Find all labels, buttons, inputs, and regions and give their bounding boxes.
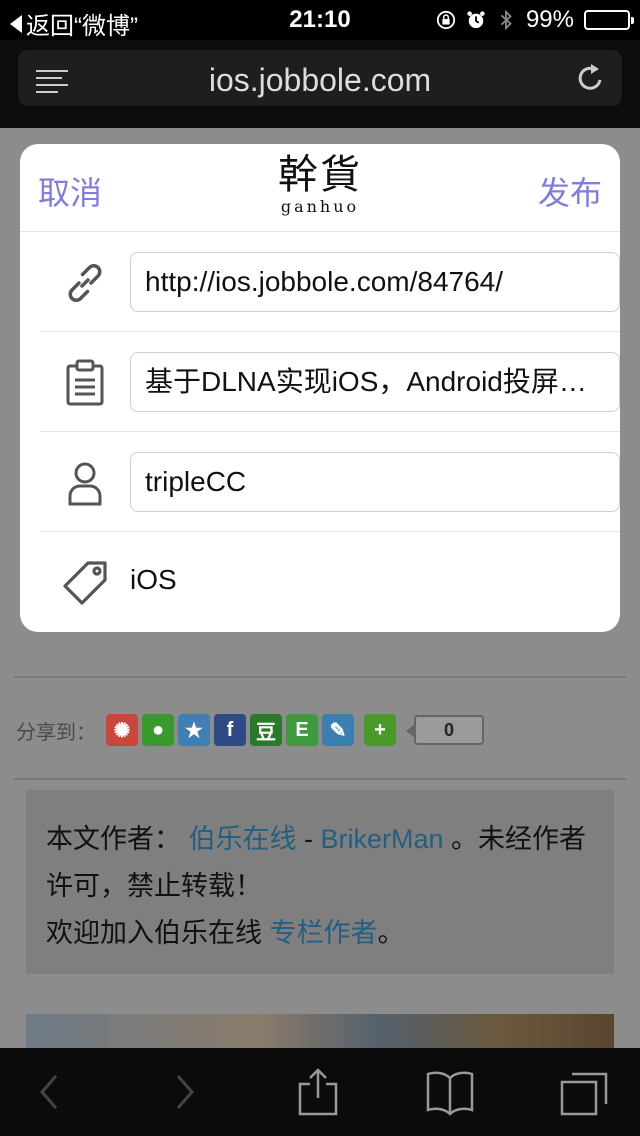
- weibo-share-icon[interactable]: ✺: [106, 714, 138, 746]
- logo-en: ganhuo: [280, 197, 360, 216]
- author-prefix: 本文作者：: [46, 824, 181, 854]
- author-name-link[interactable]: BrikerMan: [321, 824, 444, 854]
- person-icon: [68, 462, 102, 506]
- rotation-lock-icon: [436, 10, 456, 30]
- divider: [14, 676, 626, 678]
- title-input[interactable]: 基于DLNA实现iOS，Android投屏：SSDP发现设备: [130, 352, 620, 412]
- status-bar: 返回“微博” 21:10 99%: [0, 0, 640, 40]
- share-label: 分享到：: [16, 721, 96, 744]
- link-row: [40, 232, 620, 332]
- link-icon: [68, 264, 102, 302]
- share-count: 0: [406, 715, 484, 745]
- browser-toolbar: [0, 1048, 640, 1136]
- title-row: 基于DLNA实现iOS，Android投屏：SSDP发现设备: [40, 332, 620, 432]
- browser-address-area: ios.jobbole.com: [0, 40, 640, 128]
- divider-dotted: [14, 778, 626, 780]
- tabs-icon[interactable]: [558, 1066, 610, 1118]
- author-notice-box: 本文作者： 伯乐在线 - BrikerMan 。未经作者许可，禁止转载！ 欢迎加…: [26, 790, 614, 974]
- qzone-share-icon[interactable]: ★: [178, 714, 210, 746]
- tag-row: iOS: [40, 532, 620, 632]
- address-bar[interactable]: ios.jobbole.com: [18, 50, 622, 106]
- battery-icon: [584, 10, 634, 30]
- bluetooth-icon: [500, 9, 512, 31]
- author-site-link[interactable]: 伯乐在线: [189, 824, 297, 854]
- email-share-icon[interactable]: ✎: [322, 714, 354, 746]
- alarm-icon: [467, 11, 485, 29]
- reload-icon[interactable]: [576, 62, 606, 94]
- clipboard-icon: [66, 359, 104, 406]
- share-bar: 分享到： ✺ ● ★ f 豆 E ✎ + 0: [16, 714, 484, 746]
- battery-percent: 99%: [525, 6, 574, 33]
- author-separator: -: [296, 824, 321, 854]
- join-columnist-link[interactable]: 专栏作者: [270, 918, 378, 948]
- share-icon[interactable]: [292, 1066, 344, 1118]
- link-input[interactable]: [130, 252, 620, 312]
- bookmarks-icon[interactable]: [424, 1066, 476, 1118]
- douban-share-icon[interactable]: 豆: [250, 714, 282, 746]
- forward-icon[interactable]: [158, 1066, 210, 1118]
- join-text: 欢迎加入伯乐在线: [46, 918, 262, 948]
- tag-icon: [63, 561, 107, 605]
- ganhuo-logo: 幹貨 ganhuo: [20, 152, 620, 216]
- ganhuo-share-dialog: 取消 幹貨 ganhuo 发布 基于DLNA实现iOS，Android投屏：SS…: [20, 144, 620, 632]
- more-share-icon[interactable]: +: [364, 714, 396, 746]
- join-end: 。: [377, 918, 405, 948]
- wechat-share-icon[interactable]: ●: [142, 714, 174, 746]
- evernote-share-icon[interactable]: E: [286, 714, 318, 746]
- tag-value[interactable]: iOS: [130, 564, 177, 596]
- author-input[interactable]: [130, 452, 620, 512]
- dialog-header: 取消 幹貨 ganhuo 发布: [20, 144, 620, 232]
- back-icon[interactable]: [26, 1066, 78, 1118]
- logo-cn: 幹貨: [278, 152, 362, 198]
- publish-button[interactable]: 发布: [538, 168, 602, 214]
- author-row: [40, 432, 620, 532]
- facebook-share-icon[interactable]: f: [214, 714, 246, 746]
- url-text[interactable]: ios.jobbole.com: [18, 62, 622, 99]
